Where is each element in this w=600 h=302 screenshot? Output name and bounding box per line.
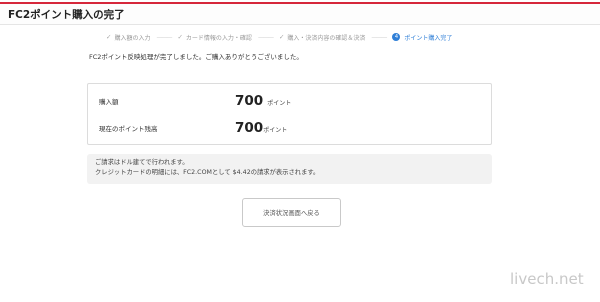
completion-message: FC2ポイント反映処理が完了しました。ご購入ありがとうございました。 xyxy=(89,53,303,61)
check-icon: ✓ xyxy=(177,33,183,41)
step-2: ✓ カード情報の入力・確認 xyxy=(177,33,251,42)
step-4-current: 4 ポイント購入完了 xyxy=(392,33,452,42)
point-balance: 700 ポイント xyxy=(235,120,287,136)
purchase-amount-label: 購入額 xyxy=(99,98,119,106)
billing-notice: ご請求はドル建てで行われます。 クレジットカードの明細には、FC2.COMとして… xyxy=(87,154,492,184)
step-label: ポイント購入完了 xyxy=(404,34,453,42)
step-number-badge: 4 xyxy=(392,33,401,41)
step-label: カード情報の入力・確認 xyxy=(185,34,252,42)
step-label: 購入額の入力 xyxy=(114,34,151,42)
purchase-amount-value: 700 xyxy=(235,93,264,109)
watermark: livech.net xyxy=(510,270,584,288)
step-separator: ——— xyxy=(257,33,274,41)
point-balance-value: 700 xyxy=(235,120,264,136)
back-to-payment-status-button[interactable]: 決済状況画面へ戻る xyxy=(242,198,341,227)
billing-notice-line-2: クレジットカードの明細には、FC2.COMとして $4.42の請求が表示されます… xyxy=(95,169,320,176)
step-label: 購入・決済内容の確認＆決済 xyxy=(287,34,366,42)
check-icon: ✓ xyxy=(106,33,112,41)
title-bar: FC2ポイント購入の完了 xyxy=(0,4,600,25)
points-summary-box: 購入額 700 ポイント 現在のポイント残高 700 ポイント xyxy=(87,83,492,145)
page-title: FC2ポイント購入の完了 xyxy=(8,8,125,21)
step-3: ✓ 購入・決済内容の確認＆決済 xyxy=(279,33,365,42)
progress-steps: ✓ 購入額の入力 ——— ✓ カード情報の入力・確認 ——— ✓ 購入・決済内容… xyxy=(106,31,452,43)
check-icon: ✓ xyxy=(278,33,285,41)
step-separator: ——— xyxy=(156,33,172,41)
purchase-amount-row: 購入額 700 ポイント xyxy=(88,91,491,111)
point-balance-label: 現在のポイント残高 xyxy=(99,125,158,133)
step-separator: ——— xyxy=(371,33,387,41)
purchase-amount: 700 ポイント xyxy=(235,93,291,109)
billing-notice-line-1: ご請求はドル建てで行われます。 xyxy=(95,159,189,166)
purchase-amount-unit: ポイント xyxy=(267,100,292,107)
page: FC2ポイント購入の完了 ✓ 購入額の入力 ——— ✓ カード情報の入力・確認 … xyxy=(0,0,600,302)
point-balance-unit: ポイント xyxy=(263,127,288,134)
step-1: ✓ 購入額の入力 xyxy=(106,33,150,42)
point-balance-row: 現在のポイント残高 700 ポイント xyxy=(88,118,491,138)
